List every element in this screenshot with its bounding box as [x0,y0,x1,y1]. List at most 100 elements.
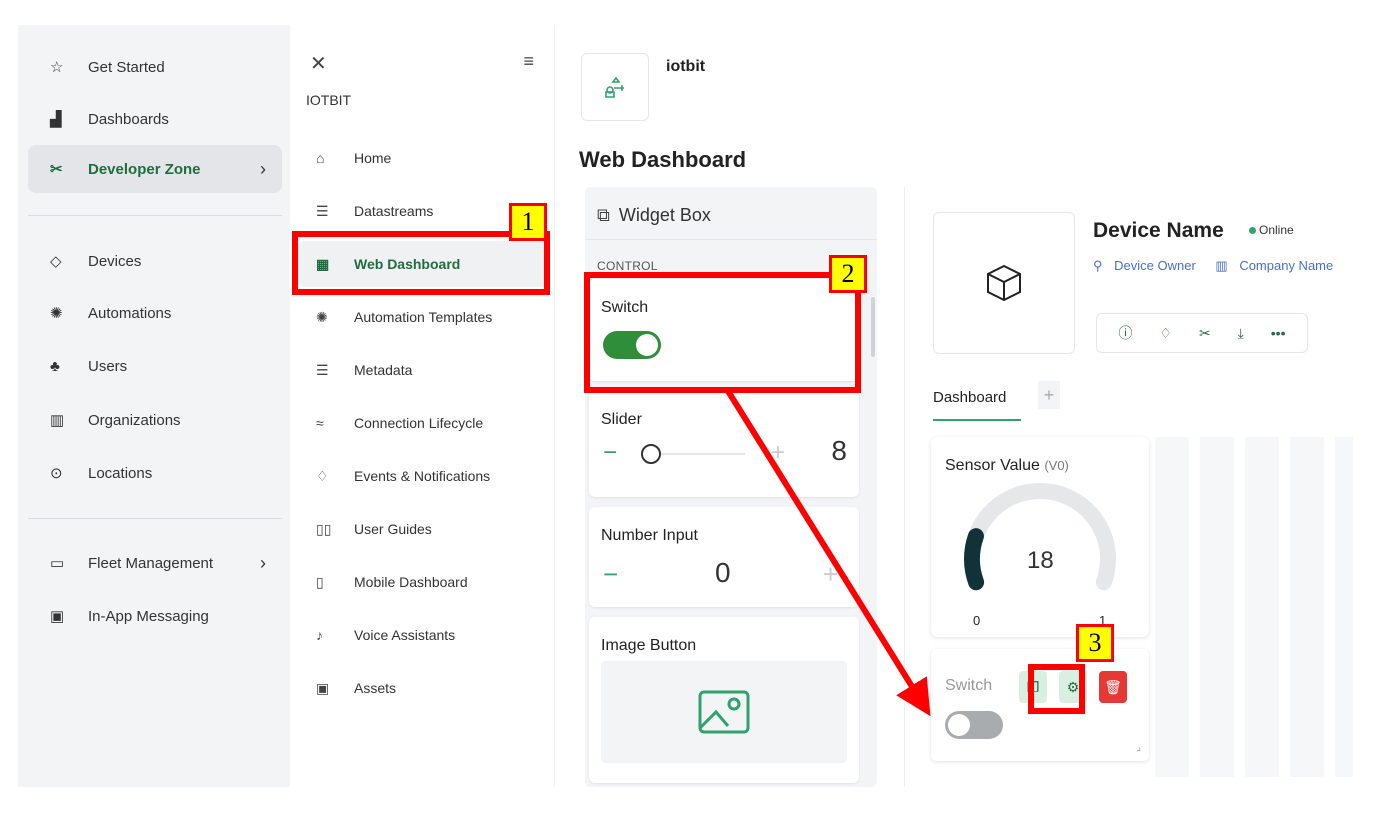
cube-icon [987,264,1021,302]
widget-box-title: Widget Box [618,205,711,225]
subnav-label: Voice Assistants [354,627,456,643]
annotation-box-3 [1028,664,1085,714]
bell-icon[interactable]: ♢ [1159,325,1172,342]
download-icon[interactable]: ⤓ [1238,325,1244,342]
number-value: 0 [715,557,731,588]
widget-title: Image Button [601,637,697,654]
nav-developer-zone[interactable]: ✂ Developer Zone › [28,145,282,193]
nav-label: Dashboards [88,110,169,128]
widget-slider[interactable]: Slider − + 8 [589,391,859,497]
widget-number-input[interactable]: Number Input − 0 + [589,507,859,607]
annotation-badge-1: 1 [509,203,547,241]
template-logo[interactable] [581,53,649,121]
subnav-voice-assistants[interactable]: ♪ Voice Assistants [298,612,548,658]
nav-get-started[interactable]: ☆ Get Started [28,43,282,91]
nav-devices[interactable]: ◇ Devices [28,237,282,285]
subnav-events-notifications[interactable]: ♢ Events & Notifications [298,453,548,499]
nav-users[interactable]: ♣ Users [28,342,282,390]
resize-handle-icon[interactable]: ⌟ [1136,742,1141,753]
image-placeholder [601,661,847,763]
automation-icon: ✺ [316,308,328,325]
grid-column [1290,437,1324,777]
switch-toggle-off[interactable] [945,711,1003,739]
subnav-mobile-dashboard[interactable]: ▯ Mobile Dashboard [298,559,548,605]
device-name: Device Name [1093,219,1224,242]
grid-column [1200,437,1234,777]
widget-title: Slider [601,411,642,428]
annotation-badge-3: 3 [1076,624,1114,662]
subnav-label: User Guides [354,521,432,537]
subnav-metadata[interactable]: ☰ Metadata [298,347,548,393]
nav-label: Fleet Management [88,554,214,572]
tools-icon[interactable]: ✂ [1199,325,1211,342]
nav-label: Organizations [88,411,181,429]
nav-automations[interactable]: ✺ Automations [28,289,282,337]
company-name[interactable]: ▥ Company Name [1215,258,1341,273]
nav-fleet-management[interactable]: ▭ Fleet Management › [28,539,282,587]
datastreams-icon: ☰ [316,202,329,219]
nav-label: Devices [88,252,142,270]
template-sidebar: ✕ ≡ IOTBIT ⌂ Home ☰ Datastreams ▦ Web Da… [290,25,555,787]
nav-dashboards[interactable]: ▟ Dashboards [28,95,282,143]
device-image[interactable] [933,212,1075,354]
trash-icon: 🗑 [1104,678,1122,695]
info-icon[interactable]: ⓘ [1118,323,1132,343]
subnav-connection-lifecycle[interactable]: ≈ Connection Lifecycle [298,400,548,446]
image-icon [698,690,750,734]
gauge-arc [964,483,1116,591]
main-content: iotbit Web Dashboard ⧉ Widget Box CONTRO… [555,25,1353,787]
chevron-right-icon: › [260,158,266,179]
template-name: iotbit [666,58,706,75]
widget-box-scrollbar[interactable] [871,297,875,357]
gauge-widget[interactable]: Sensor Value (V0) 18 0 1 [931,437,1149,637]
more-icon[interactable]: ••• [1271,325,1286,341]
app-window: ☆ Get Started ▟ Dashboards ✂ Developer Z… [18,25,1353,787]
device-owner-label: Device Owner [1114,258,1196,273]
add-tab-button[interactable]: + [1038,381,1060,409]
hamburger-menu-icon[interactable]: ≡ [523,51,534,72]
device-owner[interactable]: ⚲ Device Owner [1093,258,1204,273]
users-icon: ♣ [50,357,60,375]
status-text: Online [1259,223,1294,237]
subnav-user-guides[interactable]: ▯▯ User Guides [298,506,548,552]
subnav-automation-templates[interactable]: ✺ Automation Templates [298,294,548,340]
bar-chart-icon: ▟ [50,111,62,128]
minus-icon: − [603,439,618,466]
nav-label: Automations [88,304,172,322]
grid-column [1245,437,1279,777]
subnav-home[interactable]: ⌂ Home [298,135,548,181]
nav-label: In-App Messaging [88,607,209,625]
nav-in-app-messaging[interactable]: ▣ In-App Messaging [28,592,282,640]
slider-knob [641,444,661,464]
grid-column [1335,437,1353,777]
widget-title: Number Input [601,527,698,544]
gauge-fill [964,528,985,591]
subnav-label: Automation Templates [354,309,493,325]
slider-value: 8 [831,435,847,466]
home-icon: ⌂ [316,150,325,166]
delete-widget-button[interactable]: 🗑 [1099,671,1127,703]
widget-category: CONTROL [597,259,658,273]
bell-icon: ♢ [316,467,329,484]
cube-icon: ◇ [50,253,62,270]
widget-image-button[interactable]: Image Button [589,617,859,783]
close-icon[interactable]: ✕ [310,51,327,76]
status-dot [1249,227,1256,235]
folder-icon: ▣ [316,679,330,696]
grid-column [1155,437,1189,777]
nav-locations[interactable]: ⊙ Locations [28,449,282,497]
nav-organizations[interactable]: ▥ Organizations [28,396,282,444]
template-brand: IOTBIT [306,92,352,108]
gauge-value: 18 [1027,547,1054,574]
subnav-assets[interactable]: ▣ Assets [298,665,548,711]
chevron-right-icon: › [260,552,266,573]
subnav-label: Events & Notifications [354,468,491,484]
automation-icon: ✺ [50,305,63,322]
tab-dashboard[interactable]: Dashboard [933,389,1006,406]
nav-label: Users [88,357,128,375]
building-icon: ▥ [1215,258,1232,273]
subnav-label: Connection Lifecycle [354,415,484,431]
nav-label: Developer Zone [88,160,201,178]
truck-icon: ▭ [50,555,65,572]
building-icon: ▥ [50,412,65,429]
